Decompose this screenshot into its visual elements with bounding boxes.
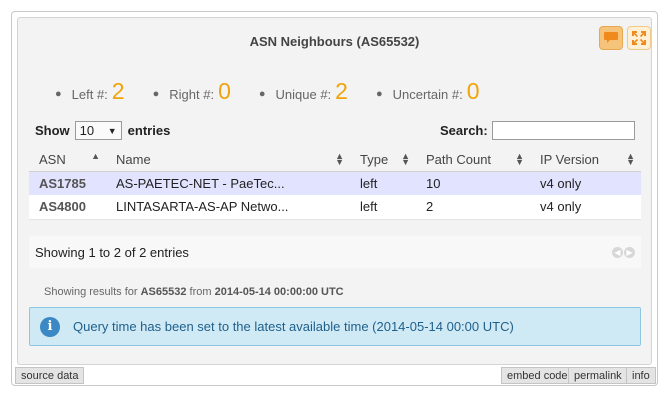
widget-title: ASN Neighbours (AS65532) (249, 34, 420, 49)
cell-name: LINTASARTA-AS-AP Netwo... (106, 195, 350, 220)
cell-asn[interactable]: AS1785 (29, 171, 106, 195)
column-header-label: Name (116, 151, 151, 167)
column-header-label: ASN (39, 151, 66, 167)
column-header-ip-version[interactable]: IP Version ▲ ▼ (530, 148, 641, 172)
stat-label: Right #: (169, 87, 215, 102)
stat-value: 0 (218, 78, 231, 104)
info-button[interactable]: info (626, 367, 656, 384)
pagination: ◀ ▶ (612, 246, 635, 258)
cell-ip-version: v4 only (530, 195, 641, 220)
results-time: 2014-05-14 00:00:00 UTC (214, 286, 344, 298)
results-middle: from (189, 286, 212, 298)
expand-button[interactable] (627, 26, 651, 50)
stat-uncertain: ● Uncertain #: 0 (376, 80, 480, 103)
expand-icon (632, 31, 646, 45)
results-summary: Showing results for AS65532 from 2014-05… (44, 286, 344, 298)
column-header-label: IP Version (540, 151, 600, 167)
stat-label: Unique #: (275, 87, 332, 102)
column-header-name[interactable]: Name ▲ ▼ (106, 148, 350, 172)
neighbours-table: ASN ▲ Name ▲ ▼ Type ▲ ▼ Path Count ▲ ▼ I… (29, 148, 641, 220)
bullet-icon: ● (258, 88, 266, 100)
query-time-notice: i Query time has been set to the latest … (29, 307, 641, 346)
stat-label: Uncertain #: (392, 87, 463, 102)
feedback-button[interactable] (599, 26, 623, 50)
cell-type: left (350, 171, 416, 195)
stat-right: ● Right #: 0 (153, 80, 231, 103)
cell-type: left (350, 195, 416, 220)
stat-left: ● Left #: 2 (55, 80, 125, 103)
speech-bubble-icon (604, 32, 618, 43)
page-size-control: Show 10 ▼ entries (35, 121, 170, 140)
bullet-icon: ● (152, 88, 160, 100)
table-info: Showing 1 to 2 of 2 entries (35, 244, 189, 260)
column-header-path-count[interactable]: Path Count ▲ ▼ (416, 148, 530, 172)
table-header-row: ASN ▲ Name ▲ ▼ Type ▲ ▼ Path Count ▲ ▼ I… (29, 148, 641, 172)
source-data-button[interactable]: source data (15, 367, 85, 384)
sort-both-icon: ▲ ▼ (401, 151, 410, 167)
info-icon: i (40, 316, 60, 337)
page-size-value: 10 (79, 123, 95, 138)
column-header-type[interactable]: Type ▲ ▼ (350, 148, 416, 172)
next-page-icon[interactable]: ▶ (624, 246, 635, 258)
chevron-down-icon: ▼ (107, 125, 117, 136)
stat-value: 2 (335, 78, 348, 104)
notice-text: Query time has been set to the latest av… (73, 319, 514, 334)
cell-path-count: 2 (416, 195, 530, 220)
widget-panel: ASN Neighbours (AS65532) ● Left #: 2 ● R… (17, 17, 652, 365)
permalink-button[interactable]: permalink (568, 367, 628, 384)
sort-ascending-icon: ▲ (91, 151, 100, 161)
results-resource: AS65532 (140, 286, 187, 298)
search-input[interactable] (491, 121, 635, 140)
sort-both-icon: ▲ ▼ (626, 151, 635, 167)
stat-value: 2 (111, 78, 125, 104)
search-label: Search: (440, 123, 488, 138)
results-prefix: Showing results for (44, 286, 138, 298)
search-control: Search: (440, 121, 635, 140)
stat-unique: ● Unique #: 2 (259, 80, 348, 103)
stat-label: Left #: (71, 87, 108, 102)
column-header-asn[interactable]: ASN ▲ (29, 148, 106, 172)
show-label: Show (35, 123, 70, 138)
page-size-select[interactable]: 10 ▼ (74, 121, 122, 140)
bullet-icon: ● (55, 88, 62, 100)
sort-both-icon: ▲ ▼ (335, 151, 344, 167)
table-row[interactable]: AS4800 LINTASARTA-AS-AP Netwo... left 2 … (29, 195, 641, 220)
previous-page-icon[interactable]: ◀ (612, 246, 623, 258)
column-header-label: Path Count (426, 151, 492, 167)
entries-label: entries (127, 123, 171, 138)
stat-value: 0 (466, 78, 480, 104)
cell-path-count: 10 (416, 171, 530, 195)
table-footer: Showing 1 to 2 of 2 entries ◀ ▶ (29, 236, 641, 268)
bullet-icon: ● (375, 88, 383, 100)
cell-ip-version: v4 only (530, 171, 641, 195)
table-row[interactable]: AS1785 AS-PAETEC-NET - PaeTec... left 10… (29, 171, 641, 195)
sort-both-icon: ▲ ▼ (515, 151, 524, 167)
asn-neighbours-widget: ASN Neighbours (AS65532) ● Left #: 2 ● R… (11, 11, 658, 386)
embed-code-button[interactable]: embed code (501, 367, 574, 384)
cell-name: AS-PAETEC-NET - PaeTec... (106, 171, 350, 195)
cell-asn[interactable]: AS4800 (29, 195, 106, 220)
stats-list: ● Left #: 2 ● Right #: 0 ● Unique #: 2 ●… (55, 80, 508, 103)
column-header-label: Type (360, 151, 389, 167)
